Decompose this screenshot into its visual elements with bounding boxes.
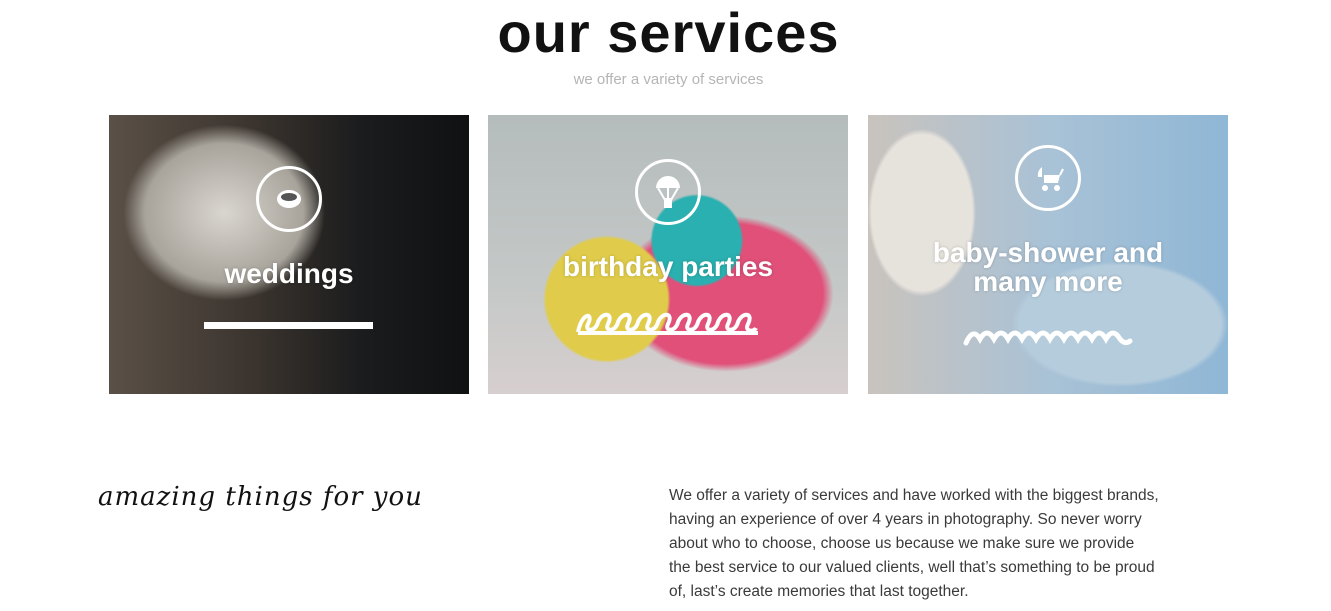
paragraph-line: having an experience of over 4 years in … xyxy=(669,511,1142,528)
ring-icon xyxy=(256,166,322,232)
wave-line-divider xyxy=(963,330,1133,346)
service-card-baby-shower[interactable]: baby-shower and many more xyxy=(868,115,1228,394)
paragraph-line: about who to choose, choose us because w… xyxy=(669,535,1135,552)
section-subtitle: we offer a variety of services xyxy=(573,71,764,88)
paragraph-line: of, last’s create memories that last tog… xyxy=(669,583,969,600)
tagline: amazing things for you xyxy=(98,482,423,512)
parachute-icon xyxy=(635,159,701,225)
section-title: our services xyxy=(497,1,840,64)
about-paragraph: We offer a variety of services and have … xyxy=(669,484,1159,604)
paragraph-line: the best service to our valued clients, … xyxy=(669,559,1155,576)
straight-line-divider xyxy=(204,322,373,329)
service-title-line-1: baby-shower and xyxy=(932,237,1164,268)
service-card-weddings[interactable]: weddings xyxy=(109,115,469,394)
service-title-line-2: many more xyxy=(973,266,1123,297)
loop-line-divider xyxy=(576,312,758,335)
service-card-birthday-parties[interactable]: birthday parties xyxy=(488,115,848,394)
baby-carriage-icon xyxy=(1015,145,1081,211)
weddings-photo xyxy=(109,115,469,394)
paragraph-line: We offer a variety of services and have … xyxy=(669,487,1159,504)
service-title: weddings xyxy=(224,258,354,289)
service-title: birthday parties xyxy=(562,251,774,282)
